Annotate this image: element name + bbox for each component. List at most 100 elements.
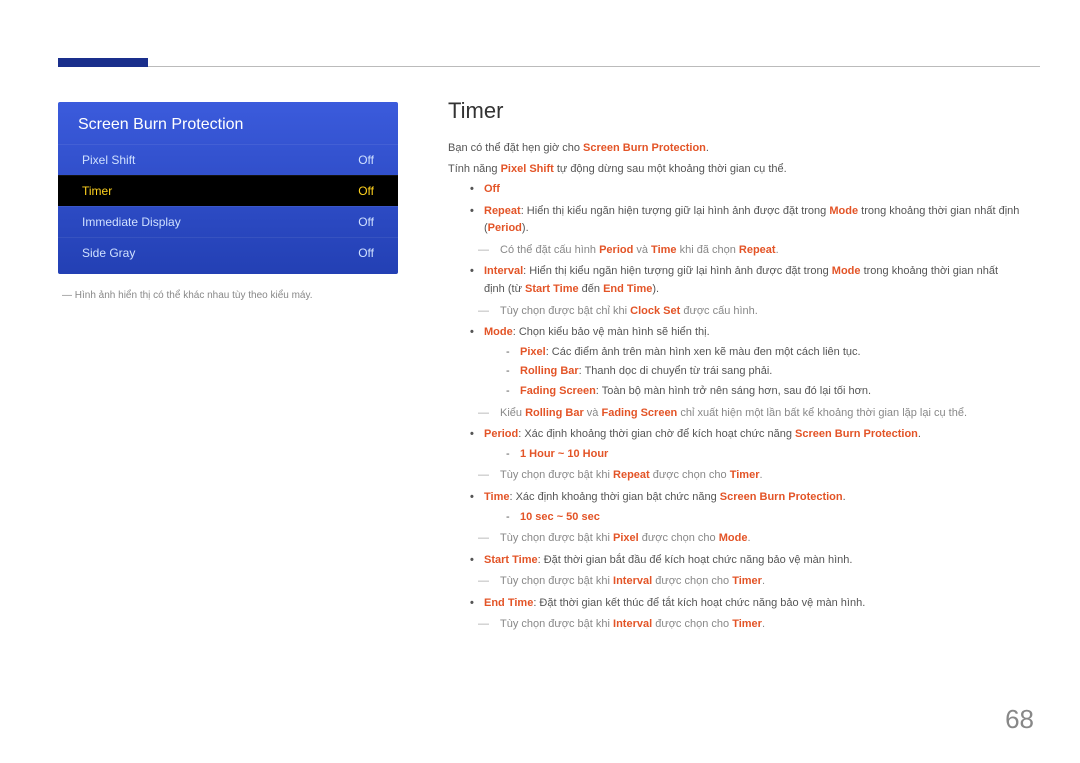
term-screen-burn-protection: Screen Burn Protection [720, 491, 843, 503]
term-start-time: Start Time [525, 283, 579, 295]
term-period: Period [599, 244, 633, 256]
term-time: Time [651, 244, 676, 256]
term-timer: Timer [732, 575, 762, 587]
note-period: Tùy chọn được bật khi Repeat được chọn c… [478, 467, 1020, 485]
term-time: Time [484, 491, 509, 503]
osd-row-label: Pixel Shift [82, 153, 135, 167]
osd-row-side-gray[interactable]: Side Gray Off [58, 237, 398, 274]
osd-row-value: Off [358, 246, 374, 260]
text: : Xác định khoảng thời gian bật chức năn… [509, 491, 719, 503]
text: . [918, 428, 921, 440]
term-end-time: End Time [603, 283, 652, 295]
text: : Đặt thời gian kết thúc để tắt kích hoạ… [533, 597, 865, 609]
text: : Hiển thị kiểu ngăn hiện tượng giữ lại … [521, 205, 830, 217]
note-repeat: Có thể đặt cấu hình Period và Time khi đ… [478, 242, 1020, 260]
li-time: Time: Xác định khoảng thời gian bật chức… [470, 489, 1020, 526]
figure-caption: ― Hình ảnh hiển thị có thể khác nhau tùy… [62, 290, 398, 301]
text: . [706, 142, 709, 154]
osd-title: Screen Burn Protection [58, 102, 398, 144]
text: : Hiển thị kiểu ngăn hiện tượng giữ lại … [523, 265, 832, 277]
term-rolling-bar: Rolling Bar [525, 407, 584, 419]
bullet-list: Time: Xác định khoảng thời gian bật chức… [470, 489, 1020, 526]
bullet-list: Mode: Chọn kiểu bảo vệ màn hình sẽ hiển … [470, 324, 1020, 400]
note-time: Tùy chọn được bật khi Pixel được chọn ch… [478, 530, 1020, 548]
text: Có thể đặt cấu hình [500, 244, 599, 256]
term-clock-set: Clock Set [630, 305, 680, 317]
text: Tùy chọn được bật khi [500, 575, 613, 587]
text: : Toàn bộ màn hình trở nên sáng hơn, sau… [596, 385, 871, 397]
term-repeat: Repeat [613, 469, 650, 481]
text: và [633, 244, 651, 256]
text: đến [579, 283, 603, 295]
text: được chọn cho [650, 469, 730, 481]
text: và [584, 407, 602, 419]
text: Tùy chọn được bật khi [500, 469, 613, 481]
header-rule [58, 66, 1040, 67]
li-start-time: Start Time: Đặt thời gian bắt đầu để kíc… [470, 552, 1020, 570]
term-sec-range: 10 sec ~ 50 sec [520, 511, 600, 523]
term-mode: Mode [484, 326, 513, 338]
text: : Thanh dọc di chuyển từ trái sang phải. [579, 365, 773, 377]
intro-line-1: Bạn có thể đặt hẹn giờ cho Screen Burn P… [448, 140, 1020, 157]
bullet-list: Off Repeat: Hiển thị kiểu ngăn hiện tượn… [470, 181, 1020, 238]
text: Tùy chọn được bật khi [500, 532, 613, 544]
term-start-time: Start Time [484, 554, 538, 566]
li-repeat: Repeat: Hiển thị kiểu ngăn hiện tượng gi… [470, 203, 1020, 238]
term-period: Period [488, 222, 522, 234]
header-tab [58, 58, 148, 67]
bullet-list: Period: Xác định khoảng thời gian chờ để… [470, 426, 1020, 463]
dash-list: 1 Hour ~ 10 Hour [506, 446, 1020, 464]
dash-list: Pixel: Các điểm ảnh trên màn hình xen kẽ… [506, 344, 1020, 401]
term-rolling-bar: Rolling Bar [520, 365, 579, 377]
term-off: Off [484, 183, 500, 195]
note-mode: Kiểu Rolling Bar và Fading Screen chỉ xu… [478, 405, 1020, 423]
term-period: Period [484, 428, 518, 440]
section-title: Timer [448, 98, 1020, 124]
term-timer: Timer [732, 618, 762, 630]
sub-fading-screen: Fading Screen: Toàn bộ màn hình trở nên … [506, 383, 1020, 401]
text: . [762, 575, 765, 587]
text: Tùy chọn được bật chỉ khi [500, 305, 630, 317]
li-interval: Interval: Hiển thị kiểu ngăn hiện tượng … [470, 263, 1020, 298]
term-end-time: End Time [484, 597, 533, 609]
text: được chọn cho [639, 532, 719, 544]
text: . [843, 491, 846, 503]
term-mode: Mode [832, 265, 861, 277]
osd-panel: Screen Burn Protection Pixel Shift Off T… [58, 102, 398, 274]
li-end-time: End Time: Đặt thời gian kết thúc để tắt … [470, 595, 1020, 613]
bullet-list: Start Time: Đặt thời gian bắt đầu để kíc… [470, 552, 1020, 570]
bullet-list: End Time: Đặt thời gian kết thúc để tắt … [470, 595, 1020, 613]
text: được cấu hình. [680, 305, 758, 317]
term-interval: Interval [613, 618, 652, 630]
text: : Xác định khoảng thời gian chờ để kích … [518, 428, 795, 440]
term-timer: Timer [730, 469, 760, 481]
li-mode: Mode: Chọn kiểu bảo vệ màn hình sẽ hiển … [470, 324, 1020, 400]
figcap-dash: ― [62, 290, 75, 301]
text: khi đã chọn [677, 244, 739, 256]
osd-row-pixel-shift[interactable]: Pixel Shift Off [58, 144, 398, 175]
text: . [747, 532, 750, 544]
li-period: Period: Xác định khoảng thời gian chờ để… [470, 426, 1020, 463]
term-fading-screen: Fading Screen [601, 407, 677, 419]
term-screen-burn-protection: Screen Burn Protection [583, 142, 706, 154]
text: Tính năng [448, 163, 501, 175]
term-mode: Mode [829, 205, 858, 217]
osd-row-value: Off [358, 184, 374, 198]
dash-list: 10 sec ~ 50 sec [506, 509, 1020, 527]
osd-row-immediate-display[interactable]: Immediate Display Off [58, 206, 398, 237]
intro-line-2: Tính năng Pixel Shift tự động dừng sau m… [448, 161, 1020, 178]
term-repeat: Repeat [739, 244, 776, 256]
text: Tùy chọn được bật khi [500, 618, 613, 630]
text: : Các điểm ảnh trên màn hình xen kẽ màu … [546, 346, 861, 358]
left-column: Screen Burn Protection Pixel Shift Off T… [58, 102, 398, 301]
term-hour-range: 1 Hour ~ 10 Hour [520, 448, 608, 460]
li-off: Off [470, 181, 1020, 199]
text: : Đặt thời gian bắt đầu để kích hoạt chứ… [538, 554, 853, 566]
term-interval: Interval [484, 265, 523, 277]
term-pixel: Pixel [613, 532, 639, 544]
osd-row-label: Side Gray [82, 246, 135, 260]
term-pixel: Pixel [520, 346, 546, 358]
osd-row-timer[interactable]: Timer Off [58, 175, 398, 206]
right-column: Timer Bạn có thể đặt hẹn giờ cho Screen … [448, 98, 1020, 636]
text: . [762, 618, 765, 630]
